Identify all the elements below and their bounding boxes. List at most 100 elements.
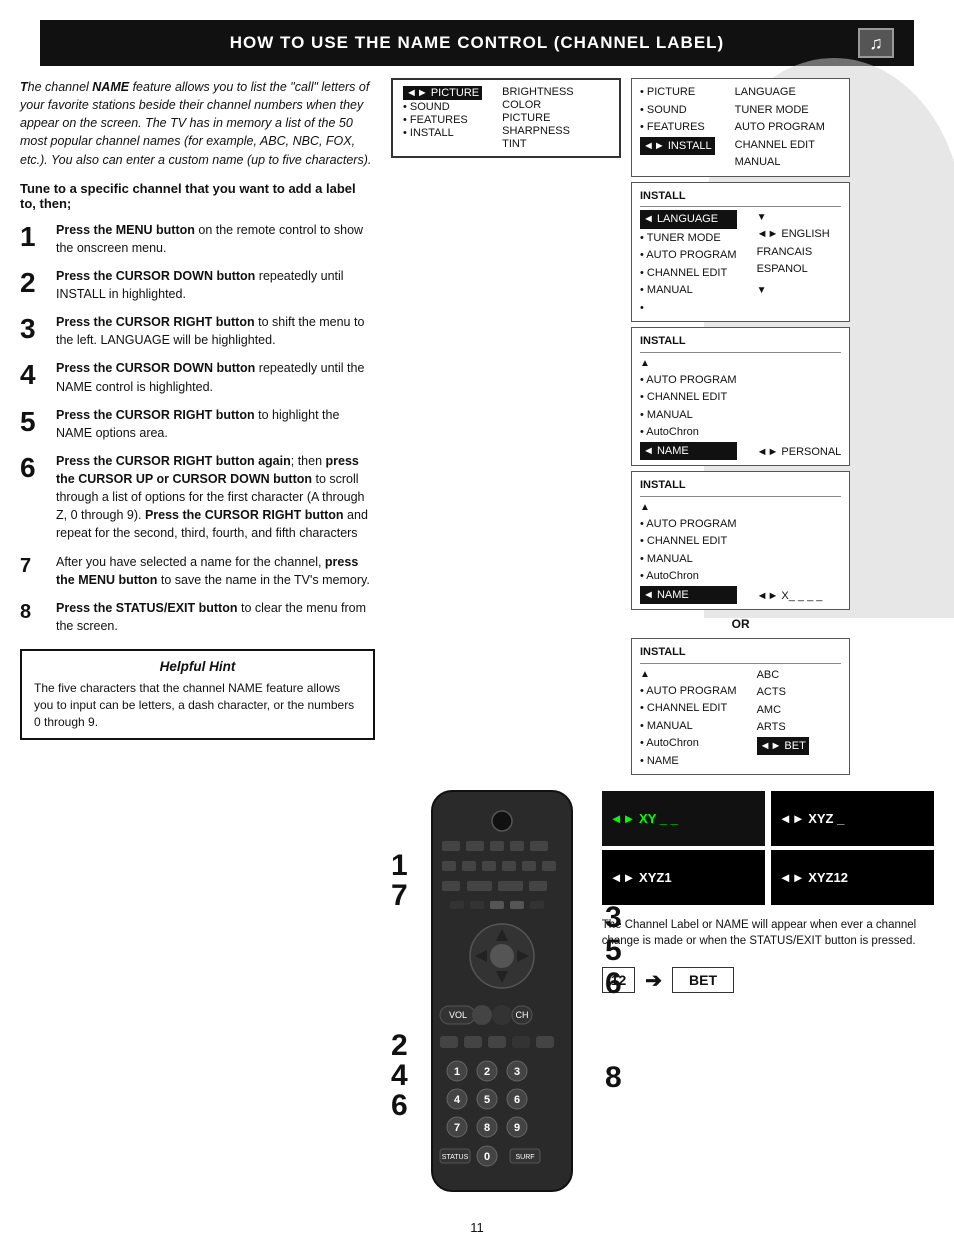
tv-brightness: BRIGHTNESS — [502, 86, 574, 98]
step-5: 5 Press the CURSOR RIGHT button to highl… — [20, 406, 375, 442]
step-1-num: 1 — [20, 223, 48, 251]
p6-name: • NAME — [640, 753, 737, 770]
p2-channeledit: CHANNEL EDIT — [735, 137, 825, 154]
step-2: 2 Press the CURSOR DOWN button repeatedl… — [20, 267, 375, 303]
step-7-text: After you have selected a name for the c… — [56, 553, 375, 589]
p3-channeledit: • CHANNEL EDIT — [640, 265, 737, 282]
tv-color: COLOR — [502, 99, 574, 111]
step-7: 7 After you have selected a name for the… — [20, 553, 375, 589]
svg-text:0: 0 — [484, 1151, 490, 1163]
helpful-hint-text: The five characters that the channel NAM… — [34, 680, 361, 730]
intro-text: The channel NAME feature allows you to l… — [20, 78, 375, 169]
svg-text:1: 1 — [454, 1066, 460, 1078]
step-5-text: Press the CURSOR RIGHT button to highlig… — [56, 406, 375, 442]
svg-text:CH: CH — [515, 1010, 528, 1020]
svg-text:STATUS: STATUS — [441, 1154, 468, 1161]
tv-item-sound-1: • SOUND — [403, 101, 482, 113]
channel-name: BET — [672, 967, 734, 993]
screen-xyz12: ◄► XYZ12 — [771, 850, 934, 905]
step-3-text: Press the CURSOR RIGHT button to shift t… — [56, 313, 375, 349]
panel6-title: INSTALL — [640, 644, 841, 664]
step-4-text: Press the CURSOR DOWN button repeatedly … — [56, 359, 375, 395]
step-5-num: 5 — [20, 408, 48, 436]
step-4: 4 Press the CURSOR DOWN button repeatedl… — [20, 359, 375, 395]
p5-autoChron: • AutoChron — [640, 568, 737, 585]
panel3-title: INSTALL — [640, 188, 841, 208]
step-8: 8 Press the STATUS/EXIT button to clear … — [20, 599, 375, 635]
screen-xyz1: ◄► XYZ1 — [602, 850, 765, 905]
right-num-356: 356 — [605, 901, 622, 1000]
screen-xy: ◄► XY _ _ — [602, 791, 765, 846]
p6-abc: ABC — [757, 667, 809, 684]
p3-francais: FRANCAIS — [757, 244, 830, 261]
remote-step-numbers-right: 356 — [605, 901, 622, 1000]
screen-xyz1-text: ◄► XYZ1 — [610, 870, 672, 885]
helpful-hint-box: Helpful Hint The five characters that th… — [20, 649, 375, 740]
p4-manual: • MANUAL — [640, 407, 737, 424]
tv-sharpness: SHARPNESS — [502, 125, 574, 137]
p4-channeledit: • CHANNEL EDIT — [640, 389, 737, 406]
panel4-title: INSTALL — [640, 333, 841, 353]
p6-channeledit: • CHANNEL EDIT — [640, 700, 737, 717]
p3-down-arrow: ▼ — [757, 210, 830, 225]
screen-xyz: ◄► XYZ _ — [771, 791, 934, 846]
p6-up: ▲ — [640, 667, 737, 682]
step-3-num: 3 — [20, 315, 48, 343]
p3-tunermode: • TUNER MODE — [640, 230, 737, 247]
screen-xy-text: ◄► XY _ _ — [610, 811, 678, 826]
p4-autoChron: • AutoChron — [640, 424, 737, 441]
diagram-column: ◄► PICTURE • SOUND • FEATURES • INSTALL … — [391, 78, 934, 1204]
p6-bet: ◄► BET — [757, 737, 809, 756]
svg-text:2: 2 — [484, 1066, 490, 1078]
side-num-246: 246 — [391, 1031, 408, 1121]
tv-picture: PICTURE — [502, 112, 574, 124]
p3-manual: • MANUAL — [640, 282, 737, 299]
p2-install: ◄► INSTALL — [640, 137, 715, 156]
step-4-num: 4 — [20, 361, 48, 389]
p3-espanol: ESPANOL — [757, 261, 830, 278]
channel-arrow: ➔ — [645, 968, 662, 993]
tv-screen-panel-1: ◄► PICTURE • SOUND • FEATURES • INSTALL … — [391, 78, 621, 158]
p6-amc: AMC — [757, 702, 809, 719]
svg-text:8: 8 — [484, 1122, 490, 1134]
step-3: 3 Press the CURSOR RIGHT button to shift… — [20, 313, 375, 349]
p5-manual: • MANUAL — [640, 551, 737, 568]
menu-panel-name-abc: INSTALL ▲ • AUTO PROGRAM • CHANNEL EDIT … — [631, 638, 850, 775]
p2-picture: • PICTURE — [640, 84, 715, 101]
screen-xyz12-text: ◄► XYZ12 — [779, 870, 848, 885]
step-6-text: Press the CURSOR RIGHT button again; the… — [56, 452, 375, 543]
page-header: How to Use the Name Control (Channel Lab… — [40, 20, 914, 66]
svg-text:6: 6 — [514, 1094, 520, 1106]
tv-tint: TINT — [502, 138, 574, 150]
p2-sound: • SOUND — [640, 102, 715, 119]
step-2-text: Press the CURSOR DOWN button repeatedly … — [56, 267, 375, 303]
p4-personal: ◄► PERSONAL — [757, 444, 842, 461]
step-1-text: Press the MENU button on the remote cont… — [56, 221, 375, 257]
step-6: 6 Press the CURSOR RIGHT button again; t… — [20, 452, 375, 543]
helpful-hint-title: Helpful Hint — [34, 659, 361, 674]
screen-xyz-text: ◄► XYZ _ — [779, 811, 844, 826]
p3-english: ◄► ENGLISH — [757, 226, 830, 243]
header-icon: ♫ — [858, 28, 894, 58]
p2-autoprog: AUTO PROGRAM — [735, 119, 825, 136]
svg-text:5: 5 — [484, 1094, 490, 1106]
or-divider: OR — [631, 617, 850, 631]
page-title: How to Use the Name Control (Channel Lab… — [96, 33, 858, 53]
channel-label-display: 12 ➔ BET — [602, 967, 934, 993]
svg-text:9: 9 — [514, 1122, 520, 1134]
p2-manual: MANUAL — [735, 154, 825, 171]
p5-name: ◄ NAME — [640, 586, 737, 605]
steps-list: 1 Press the MENU button on the remote co… — [20, 221, 375, 635]
step-6-num: 6 — [20, 454, 48, 482]
svg-text:3: 3 — [514, 1066, 520, 1078]
screen-examples: ◄► XY _ _ ◄► XYZ _ ◄► XYZ1 — [602, 791, 934, 905]
panel5-title: INSTALL — [640, 477, 841, 497]
p3-language: ◄ LANGUAGE — [640, 210, 737, 229]
svg-text:4: 4 — [454, 1094, 461, 1106]
p4-name: ◄ NAME — [640, 442, 737, 461]
remote-svg: VOL CH — [412, 781, 592, 1201]
p5-x: ◄► X_ _ _ _ — [757, 588, 823, 605]
step-7-num: 7 — [20, 556, 48, 576]
p4-autoprog: • AUTO PROGRAM — [640, 372, 737, 389]
bottom-caption: The Channel Label or NAME will appear wh… — [602, 917, 934, 949]
